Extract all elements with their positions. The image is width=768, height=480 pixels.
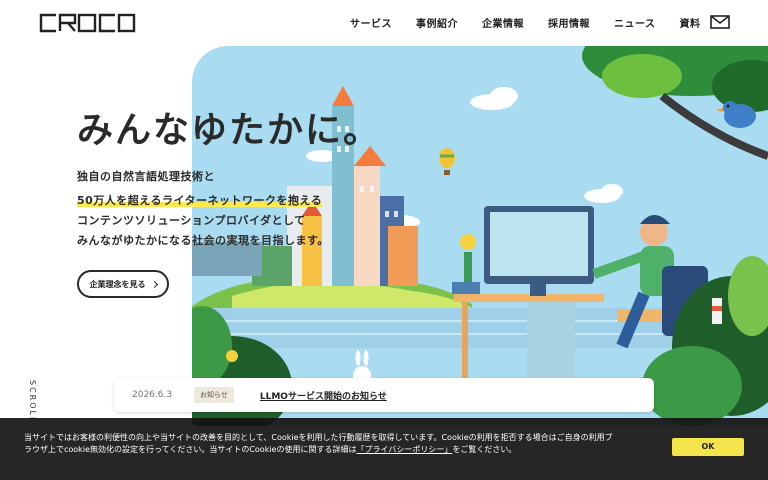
- croco-logo[interactable]: [38, 12, 136, 34]
- philosophy-button[interactable]: 企業理念を見る: [77, 270, 169, 298]
- news-title-link[interactable]: LLMOサービス開始のお知らせ: [260, 389, 387, 402]
- cookie-ok-button[interactable]: OK: [672, 438, 744, 456]
- site-header: サービス 事例紹介 企業情報 採用情報 ニュース 資料: [0, 0, 768, 46]
- chevron-right-icon: [150, 280, 158, 288]
- nav-documents[interactable]: 資料: [680, 15, 701, 30]
- hero-subtext-highlight: 50万人を超えるライターネットワークを抱える: [77, 194, 323, 207]
- nav-case-studies[interactable]: 事例紹介: [416, 15, 458, 30]
- nav-company[interactable]: 企業情報: [482, 15, 524, 30]
- hero-subtext-line3: コンテンツソリューションプロバイダとして: [77, 214, 306, 227]
- hero-subtext-line1: 独自の自然言語処理技術と: [77, 170, 215, 183]
- mail-icon[interactable]: [710, 15, 730, 29]
- cookie-banner: 当サイトではお客様の利便性の向上や当サイトの改善を目的として、Cookieを利用…: [0, 418, 768, 480]
- philosophy-button-label: 企業理念を見る: [89, 279, 146, 289]
- hero-headline: みんなゆたかに。: [77, 110, 382, 151]
- nav-recruit[interactable]: 採用情報: [548, 15, 590, 30]
- balloon-icon: [439, 148, 455, 175]
- hero-subtext-line2: 50万人を超えるライターネットワークを抱える: [77, 192, 323, 208]
- news-date: 2026.6.3: [132, 390, 173, 400]
- cookie-text-end: をご覧ください。: [452, 445, 517, 454]
- privacy-policy-link[interactable]: 「プライバシーポリシー」: [356, 445, 452, 454]
- nav-services[interactable]: サービス: [350, 15, 392, 30]
- main-nav: サービス 事例紹介 企業情報 採用情報 ニュース 資料: [350, 15, 725, 30]
- news-bar: 2026.6.3 お知らせ LLMOサービス開始のお知らせ: [114, 378, 654, 412]
- cookie-text: 当サイトではお客様の利便性の向上や当サイトの改善を目的として、Cookieを利用…: [24, 432, 614, 456]
- news-category-badge: お知らせ: [194, 387, 234, 403]
- cookie-text-main: 当サイトではお客様の利便性の向上や当サイトの改善を目的として、Cookieを利用…: [24, 433, 613, 454]
- hero-subtext-line4: みんながゆたかになる社会の実現を目指します。: [77, 234, 329, 247]
- scroll-indicator: SCROLL: [28, 380, 37, 424]
- nav-news[interactable]: ニュース: [614, 15, 656, 30]
